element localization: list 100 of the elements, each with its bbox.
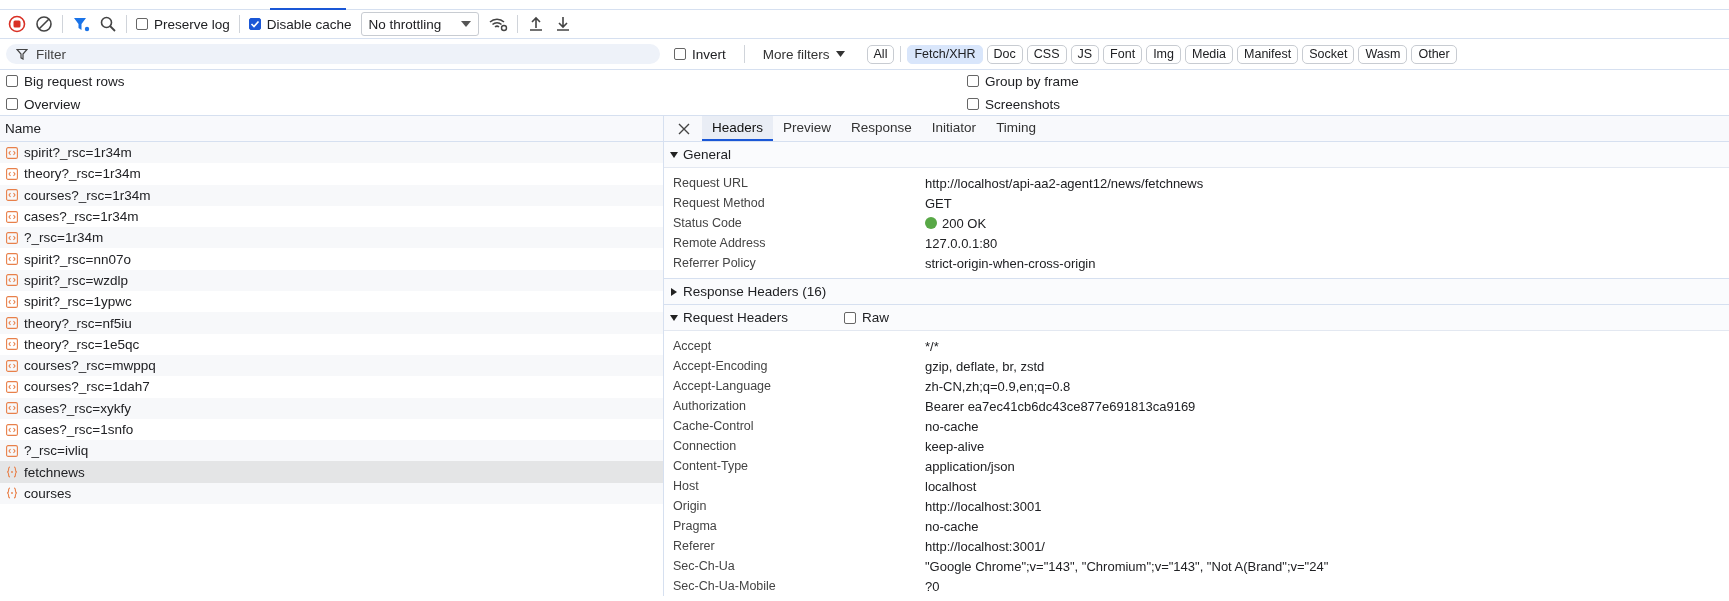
type-filter-chip[interactable]: Media xyxy=(1184,44,1233,64)
option-label: Big request rows xyxy=(24,73,125,89)
request-row[interactable]: theory?_rsc=1r34m xyxy=(0,163,663,185)
detail-tab[interactable]: Initiator xyxy=(921,116,987,141)
caret-icon xyxy=(460,21,471,27)
filter-field[interactable]: Filter xyxy=(6,44,660,64)
type-filter-chip[interactable]: Other xyxy=(1411,44,1457,64)
filter-icon[interactable] xyxy=(72,15,90,33)
raw-checkbox[interactable] xyxy=(844,311,856,324)
option-checkbox[interactable] xyxy=(6,98,18,110)
type-filter-chip[interactable]: Img xyxy=(1146,44,1181,64)
header-value: keep-alive xyxy=(925,438,985,454)
header-name: Request Method xyxy=(672,196,766,210)
request-row[interactable]: cases?_rsc=1snfo xyxy=(0,418,663,441)
header-name: Sec-Ch-Ua-Mobile xyxy=(672,579,777,593)
header-value: 127.0.0.1:80 xyxy=(925,235,998,251)
stop-recording-icon[interactable] xyxy=(8,15,26,33)
more-filters-button[interactable]: More filters xyxy=(754,46,853,62)
request-row[interactable]: courses?_rsc=1r34m xyxy=(0,184,663,206)
detail-tab[interactable]: Preview xyxy=(773,116,842,141)
request-row[interactable]: ?_rsc=1r34m xyxy=(0,227,663,249)
type-filter-chip[interactable]: JS xyxy=(1070,44,1100,64)
detail-tab[interactable]: Response xyxy=(841,116,922,141)
document-icon xyxy=(6,295,18,308)
header-name: Accept-Language xyxy=(672,379,772,393)
request-row[interactable]: theory?_rsc=nf5iu xyxy=(0,312,663,334)
name-column-header[interactable]: Name xyxy=(0,116,663,142)
request-row[interactable]: spirit?_rsc=nn07o xyxy=(0,248,663,270)
option-checkbox[interactable] xyxy=(6,75,18,87)
request-row[interactable]: courses?_rsc=mwppq xyxy=(0,354,663,377)
header-value: no-cache xyxy=(925,418,979,434)
document-icon xyxy=(6,189,18,202)
request-row[interactable]: spirit?_rsc=1ypwc xyxy=(0,291,663,313)
invert-label: Invert xyxy=(692,46,726,62)
type-filter-chip[interactable]: CSS xyxy=(1026,44,1067,64)
option-label: Group by frame xyxy=(985,73,1079,89)
braces-icon xyxy=(6,487,18,500)
header-value: gzip, deflate, br, zstd xyxy=(925,358,1045,374)
document-icon xyxy=(6,274,18,287)
section-header[interactable]: General xyxy=(664,147,844,162)
close-icon[interactable] xyxy=(678,122,690,135)
disclosure-triangle-icon xyxy=(670,287,678,296)
header-name: Connection xyxy=(672,439,738,453)
header-name: Host xyxy=(672,479,700,493)
invert-checkbox[interactable] xyxy=(674,48,686,60)
network-conditions-icon[interactable] xyxy=(487,15,508,33)
type-filter-chip[interactable]: Fetch/XHR xyxy=(907,44,983,64)
preserve-log-label: Preserve log xyxy=(154,16,230,32)
document-icon xyxy=(6,253,18,266)
header-value: 200 OK xyxy=(942,215,987,231)
section-header[interactable]: Request Headers xyxy=(664,310,844,325)
request-row[interactable]: cases?_rsc=1r34m xyxy=(0,205,663,228)
header-value: */* xyxy=(925,338,939,354)
throttling-dropdown[interactable]: No throttling xyxy=(360,12,479,36)
preserve-log-checkbox[interactable] xyxy=(136,18,148,30)
document-icon xyxy=(6,359,18,372)
header-value: http://localhost/api-aa2-agent12/news/fetchnews xyxy=(925,175,1204,191)
header-value: GET xyxy=(925,195,952,211)
caret-icon xyxy=(835,51,845,57)
option-checkbox[interactable] xyxy=(967,98,979,110)
disclosure-triangle-icon xyxy=(670,313,678,322)
search-icon[interactable] xyxy=(99,15,117,33)
request-row[interactable]: cases?_rsc=xykfy xyxy=(0,397,663,419)
detail-tab[interactable]: Headers xyxy=(702,116,774,141)
section-header[interactable]: Response Headers (16) xyxy=(664,284,844,299)
header-value: zh-CN,zh;q=0.9,en;q=0.8 xyxy=(925,378,1071,394)
option-checkbox[interactable] xyxy=(967,75,979,87)
document-icon xyxy=(6,210,18,223)
header-value: http://localhost:3001 xyxy=(925,498,1042,514)
header-value: http://localhost:3001/ xyxy=(925,538,1045,554)
type-filter-chip[interactable]: Doc xyxy=(986,44,1023,64)
type-filter-chip[interactable]: Manifest xyxy=(1237,44,1299,64)
request-row[interactable]: courses xyxy=(0,482,663,505)
type-filter-chip[interactable]: All xyxy=(866,44,895,64)
header-name: Accept xyxy=(672,339,713,353)
document-icon xyxy=(6,338,18,351)
header-name: Status Code xyxy=(672,216,743,230)
request-row[interactable]: spirit?_rsc=1r34m xyxy=(0,142,663,164)
header-name: Cache-Control xyxy=(672,419,755,433)
header-value: Bearer ea7ec41cb6dc43ce877e691813ca9169 xyxy=(925,398,1196,414)
header-value: strict-origin-when-cross-origin xyxy=(925,255,1096,271)
request-row[interactable]: spirit?_rsc=wzdlp xyxy=(0,269,663,292)
header-name: Pragma xyxy=(672,519,718,533)
detail-tab[interactable]: Timing xyxy=(986,116,1047,141)
clear-icon[interactable] xyxy=(35,15,53,33)
header-value: application/json xyxy=(925,458,1015,474)
request-row[interactable]: theory?_rsc=1e5qc xyxy=(0,333,663,355)
disable-cache-label: Disable cache xyxy=(266,16,352,32)
header-name: Authorization xyxy=(672,399,747,413)
type-filter-chip[interactable]: Wasm xyxy=(1358,44,1408,64)
request-row[interactable]: courses?_rsc=1dah7 xyxy=(0,376,663,398)
header-name: Accept-Encoding xyxy=(672,359,769,373)
header-value: ?0 xyxy=(925,578,940,594)
header-value: localhost xyxy=(925,478,977,494)
type-filter-chip[interactable]: Socket xyxy=(1302,44,1355,64)
request-row[interactable]: ?_rsc=ivliq xyxy=(0,440,663,462)
document-icon xyxy=(6,423,18,436)
type-filter-chip[interactable]: Font xyxy=(1103,44,1143,64)
request-row[interactable]: fetchnews xyxy=(0,461,663,483)
disable-cache-checkbox[interactable] xyxy=(248,18,261,30)
